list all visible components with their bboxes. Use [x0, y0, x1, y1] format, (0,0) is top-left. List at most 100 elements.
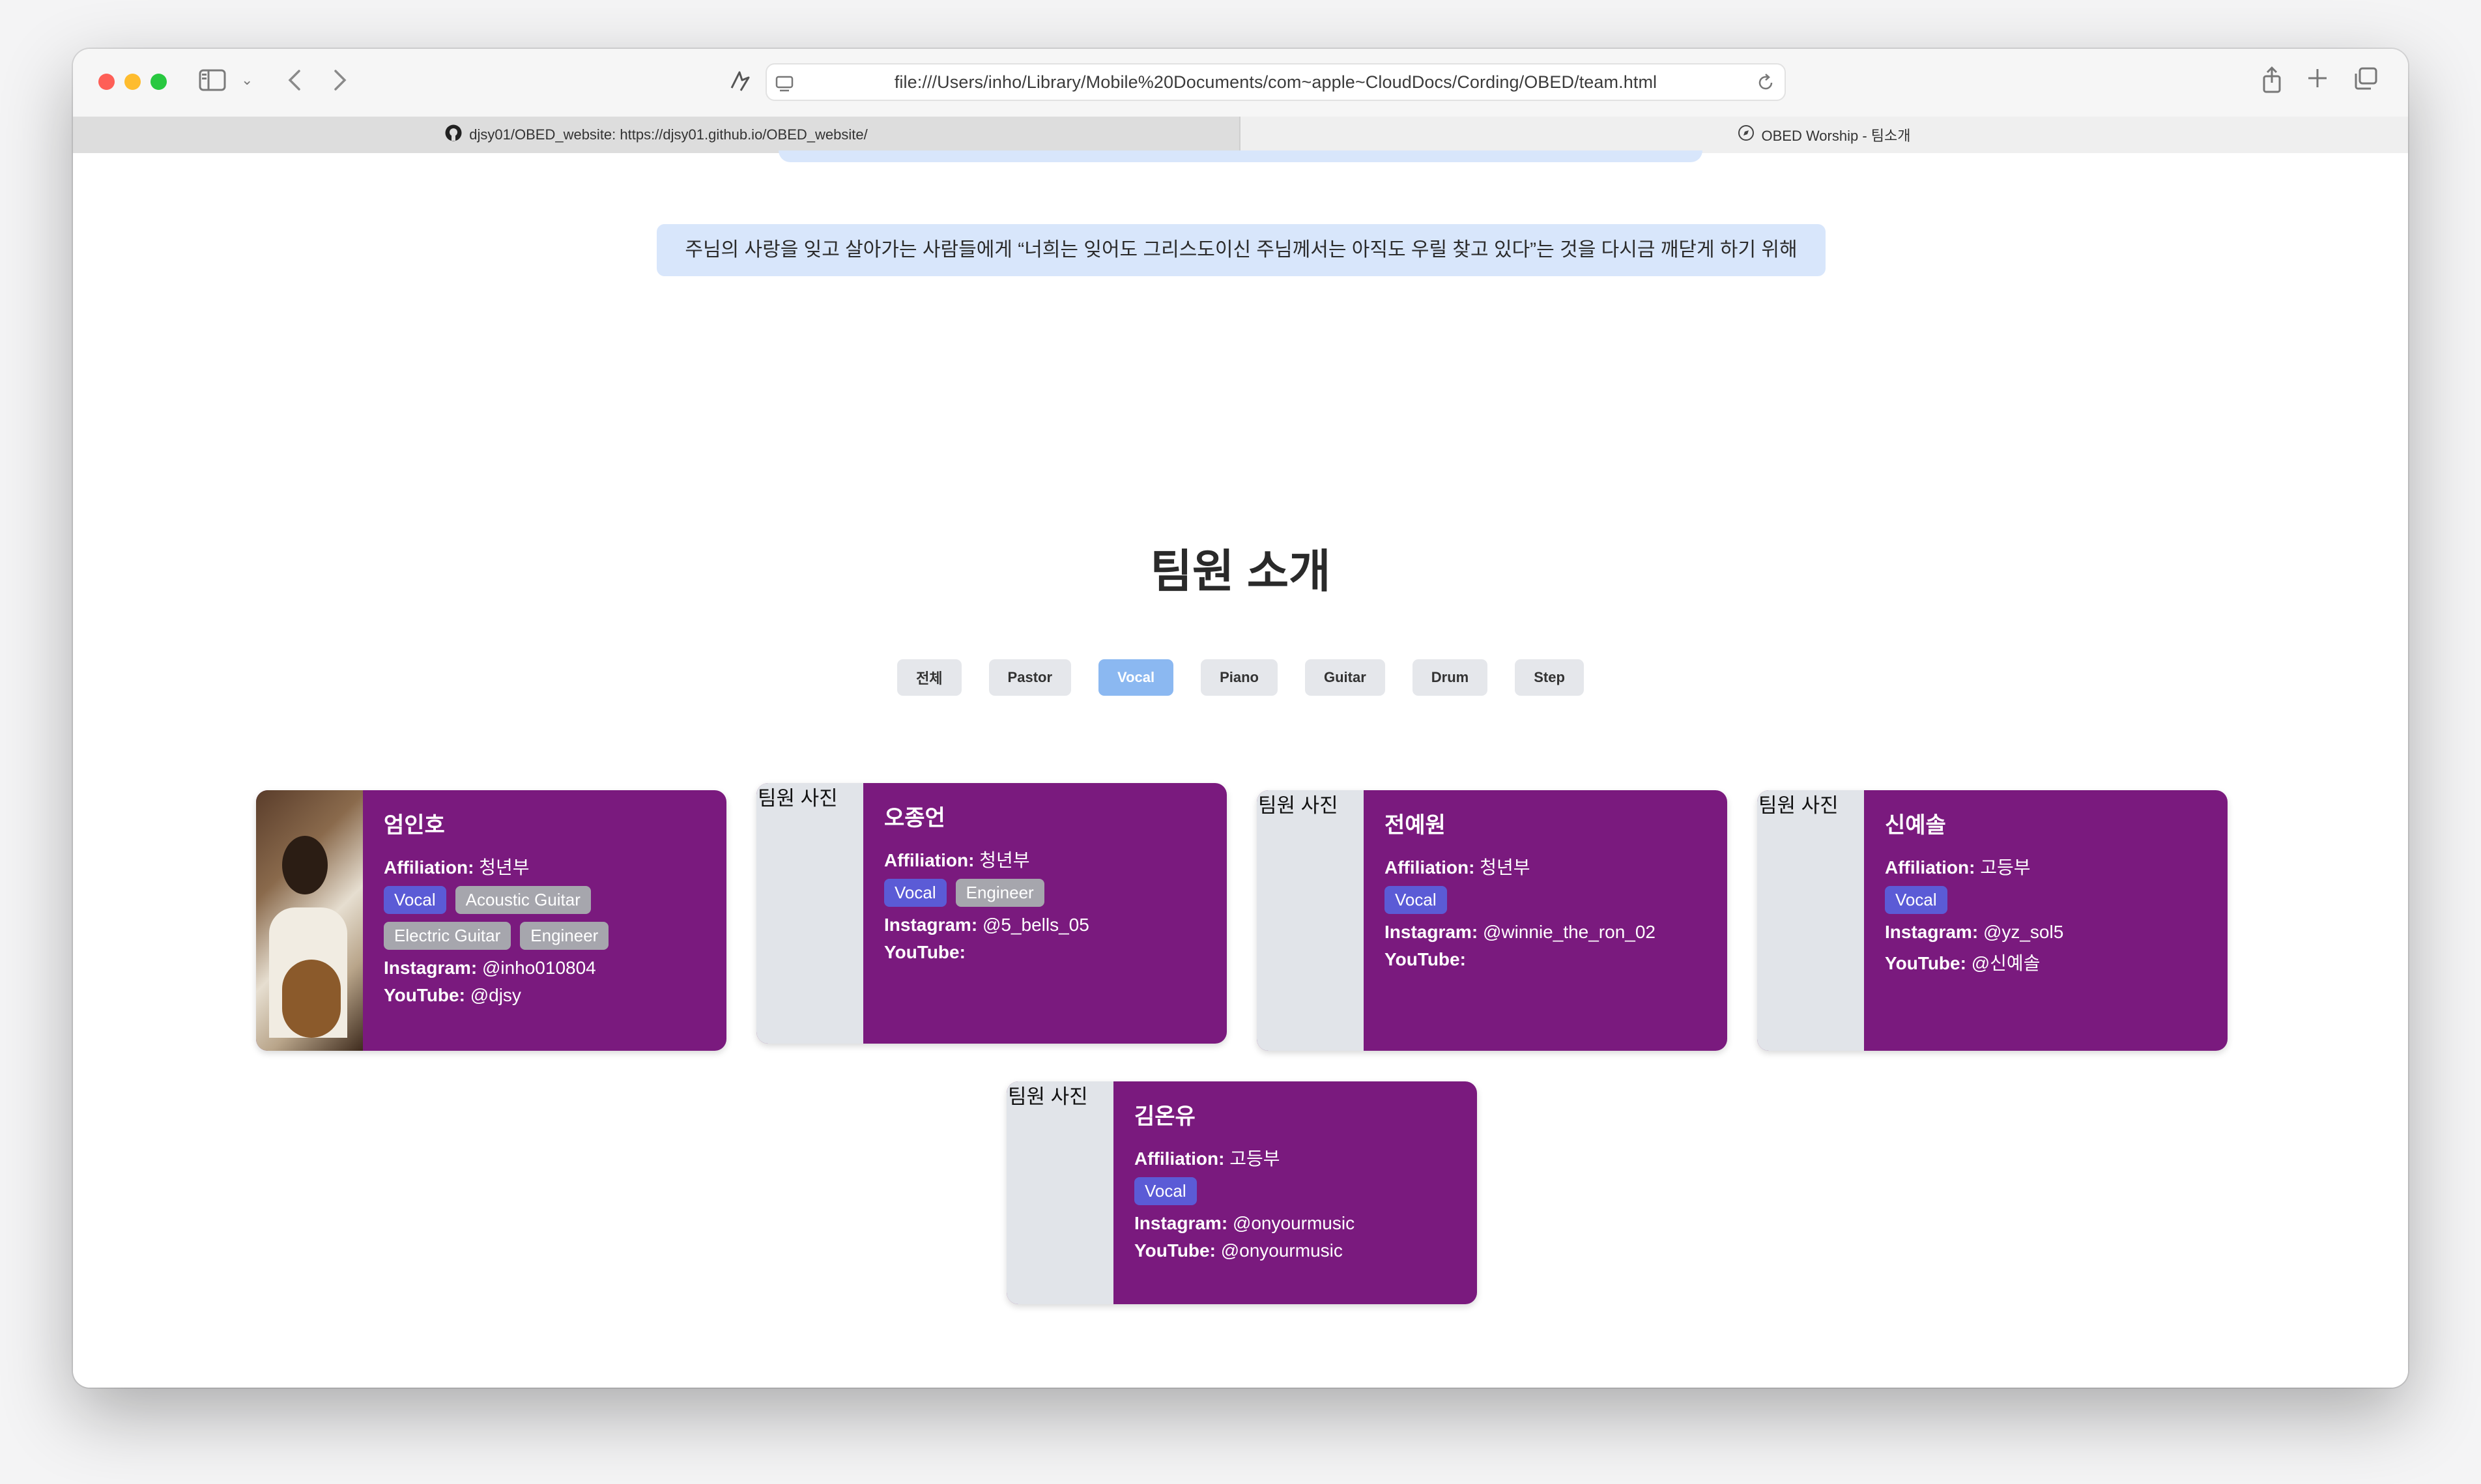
member-instagram: Instagram: @inho010804 [384, 958, 713, 978]
member-youtube: YouTube: [1384, 949, 1714, 970]
privacy-shield-icon[interactable] [728, 68, 751, 99]
role-tag: Engineer [955, 879, 1044, 907]
member-info: 전예원 Affiliation: 청년부 Vocal Instagram: @w… [1384, 807, 1714, 977]
youtube-label: YouTube: [384, 985, 465, 1005]
instagram-handle[interactable]: @yz_sol5 [1983, 922, 2063, 942]
sidebar-toggle-icon[interactable] [199, 68, 226, 96]
member-affiliation: Affiliation: 고등부 [1885, 853, 2215, 879]
filter-bar: 전체 Pastor Vocal Piano Guitar Drum Step [73, 659, 2408, 696]
page-title: 팀원 소개 [1150, 546, 1331, 597]
youtube-handle[interactable]: @djsy [470, 985, 521, 1005]
member-card[interactable]: 팀원 사진 전예원 Affiliation: 청년부 Vocal Instagr… [1257, 790, 1727, 1051]
page-content: 주님의 사랑을 잊고 살아가는 사람들에게 “너희는 잊어도 그리스도이신 주님… [73, 150, 2408, 1388]
role-tag: Engineer [520, 922, 609, 950]
instagram-handle[interactable]: @5_bells_05 [982, 915, 1089, 935]
affiliation-value: 고등부 [1980, 857, 2031, 878]
member-photo-placeholder: 팀원 사진 [1257, 790, 1364, 1051]
address-text: file:///Users/inho/Library/Mobile%20Docu… [894, 72, 1657, 92]
role-tag: Acoustic Guitar [455, 886, 591, 914]
instagram-label: Instagram: [1134, 1213, 1228, 1233]
filter-step-button[interactable]: Step [1515, 659, 1584, 696]
tab-obed-label: OBED Worship - 팀소개 [1761, 128, 1911, 144]
role-tag: Vocal [884, 879, 947, 907]
member-tags: Vocal [1885, 886, 2215, 914]
forward-arrow-icon[interactable] [330, 67, 350, 98]
tab-github[interactable]: djsy01/OBED_website: https://djsy01.gith… [73, 117, 1240, 153]
instagram-handle[interactable]: @onyourmusic [1233, 1213, 1355, 1233]
youtube-label: YouTube: [1134, 1240, 1216, 1261]
photo-head-shape [282, 836, 328, 894]
filter-all-button[interactable]: 전체 [897, 659, 962, 696]
instagram-handle[interactable]: @winnie_the_ron_02 [1483, 922, 1656, 942]
affiliation-label: Affiliation: [384, 857, 474, 878]
address-bar[interactable]: file:///Users/inho/Library/Mobile%20Docu… [766, 63, 1786, 101]
back-arrow-icon[interactable] [285, 67, 304, 98]
member-youtube: YouTube: @신예솔 [1885, 949, 2215, 975]
filter-pastor-button[interactable]: Pastor [988, 659, 1072, 696]
member-name: 엄인호 [384, 813, 445, 838]
role-tag: Vocal [1885, 886, 1947, 914]
role-tag: Electric Guitar [384, 922, 511, 950]
youtube-handle[interactable]: @신예솔 [1972, 953, 2041, 973]
member-card[interactable]: 팀원 사진 오종언 Affiliation: 청년부 Vocal Enginee… [756, 783, 1227, 1044]
member-instagram: Instagram: @yz_sol5 [1885, 922, 2215, 943]
member-card[interactable]: 팀원 사진 김온유 Affiliation: 고등부 Vocal Instagr… [1007, 1081, 1477, 1304]
instagram-label: Instagram: [1384, 922, 1478, 942]
filter-piano-button[interactable]: Piano [1201, 659, 1278, 696]
youtube-handle[interactable]: @onyourmusic [1221, 1240, 1343, 1261]
affiliation-label: Affiliation: [1885, 857, 1975, 878]
affiliation-value: 청년부 [479, 857, 530, 878]
member-affiliation: Affiliation: 청년부 [1384, 853, 1714, 879]
member-instagram: Instagram: @winnie_the_ron_02 [1384, 922, 1714, 943]
member-youtube: YouTube: @djsy [384, 985, 713, 1006]
instagram-label: Instagram: [884, 915, 978, 935]
member-card[interactable]: 엄인호 Affiliation: 청년부 Vocal Acoustic Guit… [256, 790, 726, 1051]
filter-drum-button[interactable]: Drum [1412, 659, 1488, 696]
member-card[interactable]: 팀원 사진 신예솔 Affiliation: 고등부 Vocal Instagr… [1757, 790, 2228, 1051]
affiliation-label: Affiliation: [1134, 1149, 1225, 1169]
member-name: 신예솔 [1885, 813, 1946, 838]
chevron-down-icon[interactable]: ⌄ [241, 74, 253, 88]
compass-icon [1738, 124, 1755, 146]
filter-vocal-button[interactable]: Vocal [1098, 659, 1174, 696]
affiliation-value: 고등부 [1229, 1149, 1280, 1169]
member-info: 김온유 Affiliation: 고등부 Vocal Instagram: @o… [1134, 1098, 1464, 1268]
member-instagram: Instagram: @onyourmusic [1134, 1213, 1464, 1234]
close-window-button[interactable] [98, 74, 115, 90]
affiliation-value: 청년부 [979, 850, 1030, 870]
reload-icon[interactable] [1756, 72, 1775, 98]
member-name: 오종언 [884, 806, 945, 831]
member-affiliation: Affiliation: 고등부 [1134, 1145, 1464, 1171]
filter-guitar-button[interactable]: Guitar [1305, 659, 1385, 696]
tab-overview-icon[interactable] [2353, 67, 2378, 95]
role-tag: Vocal [1134, 1177, 1197, 1205]
tab-obed-worship[interactable]: OBED Worship - 팀소개 [1240, 117, 2408, 153]
photo-alt-text: 팀원 사진 [758, 787, 838, 810]
tab-github-label: djsy01/OBED_website: https://djsy01.gith… [469, 126, 868, 143]
photo-alt-text: 팀원 사진 [1258, 794, 1338, 817]
instagram-handle[interactable]: @inho010804 [482, 958, 596, 978]
minimize-window-button[interactable] [124, 74, 141, 90]
member-info: 엄인호 Affiliation: 청년부 Vocal Acoustic Guit… [384, 807, 713, 1012]
member-tags: Vocal [1384, 886, 1714, 914]
role-tag: Vocal [384, 886, 446, 914]
member-tags: Vocal Engineer [884, 879, 1214, 907]
share-icon[interactable] [2260, 66, 2284, 99]
member-photo-placeholder: 팀원 사진 [1757, 790, 1864, 1051]
member-photo-placeholder: 팀원 사진 [756, 783, 863, 1044]
member-affiliation: Affiliation: 청년부 [884, 846, 1214, 872]
member-info: 신예솔 Affiliation: 고등부 Vocal Instagram: @y… [1885, 807, 2215, 982]
role-tag: Vocal [1384, 886, 1447, 914]
youtube-label: YouTube: [1384, 949, 1466, 969]
member-youtube: YouTube: [884, 942, 1214, 963]
tab-bar: djsy01/OBED_website: https://djsy01.gith… [73, 117, 2408, 154]
zoom-window-button[interactable] [151, 74, 167, 90]
previous-banner-edge [779, 150, 1702, 162]
photo-alt-text: 팀원 사진 [1008, 1085, 1088, 1108]
photo-alt-text: 팀원 사진 [1758, 794, 1839, 817]
member-tags: Vocal Acoustic Guitar Electric Guitar En… [384, 886, 713, 950]
new-tab-plus-icon[interactable] [2306, 67, 2329, 94]
affiliation-label: Affiliation: [1384, 857, 1475, 878]
member-instagram: Instagram: @5_bells_05 [884, 915, 1214, 935]
affiliation-label: Affiliation: [884, 850, 975, 870]
